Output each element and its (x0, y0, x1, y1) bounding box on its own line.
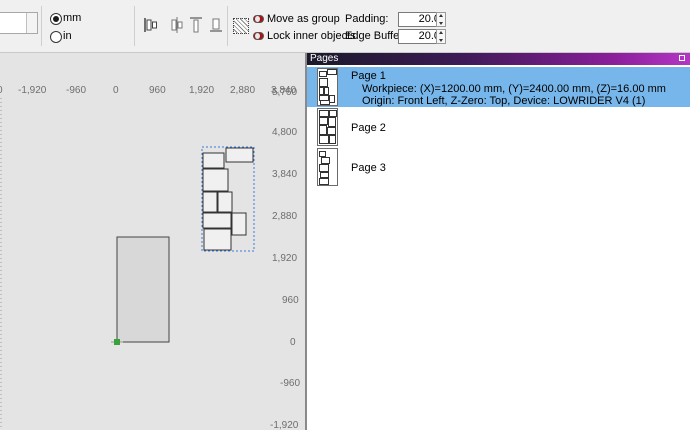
page-workpiece-info: Workpiece: (X)=1200.00 mm, (Y)=2400.00 m… (362, 83, 666, 95)
design-canvas[interactable]: 0 -1,920 -960 0 960 1,920 2,880 3,840 5,… (0, 53, 305, 430)
edge-buffer-spinner[interactable] (436, 29, 446, 44)
page-list-item[interactable]: Page 1 Workpiece: (X)=1200.00 mm, (Y)=24… (307, 67, 690, 107)
move-as-group-toggle[interactable] (253, 15, 264, 23)
workpiece-rect (116, 236, 170, 343)
restore-icon[interactable] (679, 55, 685, 61)
origin-marker (114, 339, 120, 345)
group-icon[interactable] (233, 18, 249, 34)
page-list-item[interactable]: Page 2 (307, 107, 690, 147)
page-name: Page 1 (351, 70, 386, 82)
lock-inner-objects-toggle[interactable] (253, 32, 264, 40)
page-name: Page 2 (351, 122, 386, 134)
align-top-icon[interactable] (189, 17, 203, 33)
align-left-icon[interactable] (144, 17, 158, 33)
align-bottom-icon[interactable] (209, 17, 223, 33)
page-thumbnail (317, 68, 338, 106)
unit-mm-radio[interactable] (50, 13, 62, 25)
move-as-group-label: Move as group (267, 13, 340, 25)
page-thumbnail (317, 108, 338, 146)
toolbar-divider (134, 6, 135, 46)
page-thumbnail (317, 148, 338, 186)
pages-panel: Pages Page 1 Workpiece: (X)=1200.00 mm, … (307, 53, 690, 430)
align-center-icon[interactable] (170, 17, 184, 33)
page-origin-info: Origin: Front Left, Z-Zero: Top, Device:… (362, 95, 646, 107)
page-list-item[interactable]: Page 3 (307, 147, 690, 187)
lock-inner-objects-label: Lock inner objects (267, 30, 356, 42)
padding-label: Padding: (345, 13, 389, 25)
toolbar: mm in Move as group Lock inner objects P… (0, 0, 690, 53)
pages-panel-title: Pages (310, 53, 339, 64)
toolbar-divider (41, 6, 42, 46)
toolbar-divider (227, 6, 228, 46)
nested-parts (202, 147, 254, 251)
edge-buffer-label: Edge Buffer: (345, 30, 406, 42)
unit-in-radio[interactable] (50, 31, 62, 43)
padding-spinner[interactable] (436, 12, 446, 27)
page-name: Page 3 (351, 162, 386, 174)
unit-mm-label: mm (63, 12, 82, 24)
spin-arrows-icon[interactable] (26, 13, 37, 33)
partial-spin-field[interactable] (0, 12, 38, 34)
pages-panel-titlebar: Pages (307, 53, 690, 65)
canvas-drawing (0, 98, 255, 430)
unit-in-label: in (63, 30, 72, 42)
